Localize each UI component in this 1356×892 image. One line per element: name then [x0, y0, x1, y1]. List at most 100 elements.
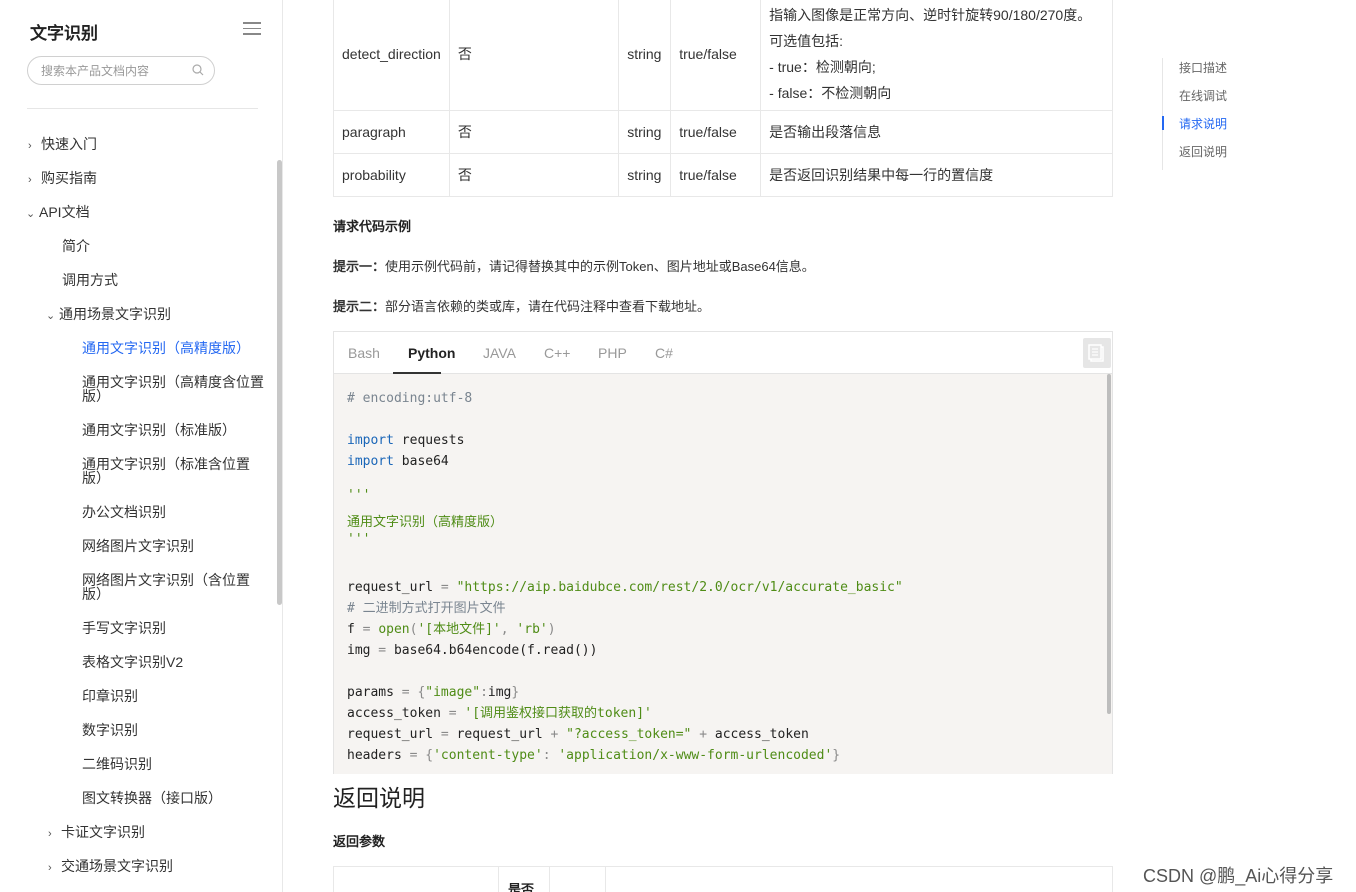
code-line: headers = {'content-type': 'application/…	[347, 748, 841, 763]
sidebar-item-label: 卡证文字识别	[61, 824, 145, 840]
chevron-right-icon: ›	[28, 174, 32, 186]
param-type: string	[618, 110, 672, 154]
chevron-right-icon: ›	[48, 828, 52, 840]
desc-line: - false：不检测朝向	[769, 84, 892, 101]
tab-cpp[interactable]: C++	[544, 345, 570, 361]
tip-text: 部分语言依赖的类或库，请在代码注释中查看下载地址。	[385, 299, 711, 314]
code-line: 通用文字识别（高精度版）	[347, 515, 504, 530]
param-values: true/false	[670, 153, 762, 197]
sidebar-item-seal[interactable]: 印章识别	[82, 688, 138, 704]
param-type: string	[618, 153, 672, 197]
sidebar-item-api-docs[interactable]: ⌄ API文档	[26, 204, 90, 222]
search-input[interactable]	[41, 62, 186, 80]
tip-label: 提示一：	[333, 259, 386, 274]
code-line: # 二进制方式打开图片文件	[347, 601, 506, 616]
params-table: detect_direction 否 string true/false 指输入…	[333, 0, 1113, 197]
sidebar-item-label: 购买指南	[41, 170, 97, 186]
param-name: paragraph	[333, 110, 450, 154]
code-line: import requests	[347, 433, 465, 448]
tab-php[interactable]: PHP	[598, 345, 627, 361]
search-icon[interactable]	[192, 64, 204, 76]
table-row: detect_direction 否 string true/false 指输入…	[333, 0, 1113, 111]
code-example: Bash Python JAVA C++ PHP C# # encoding:u…	[333, 331, 1113, 774]
sidebar-item-general-basic[interactable]: 通用文字识别（标准版）	[82, 422, 236, 438]
sidebar-item-accurate-location[interactable]: 通用文字识别（高精度含位置版）	[82, 375, 272, 403]
toc-item-online-debug[interactable]: 在线调试	[1179, 87, 1227, 104]
copy-button[interactable]	[1083, 338, 1111, 368]
sidebar-item-label: 交通场景文字识别	[61, 858, 173, 874]
tab-python[interactable]: Python	[408, 345, 455, 361]
return-params-heading: 返回参数	[333, 834, 386, 849]
tab-csharp[interactable]: C#	[655, 345, 673, 361]
sidebar-item-call-method[interactable]: 调用方式	[62, 272, 118, 288]
param-desc: 指输入图像是正常方向、逆时针旋转90/180/270度。 可选值包括: - tr…	[760, 0, 1113, 111]
sidebar-item-numbers[interactable]: 数字识别	[82, 722, 138, 738]
code-heading: 请求代码示例	[333, 219, 412, 234]
toc-active-marker	[1162, 116, 1164, 130]
sidebar-item-quickstart[interactable]: › 快速入门	[28, 136, 97, 154]
param-desc: 是否返回识别结果中每一行的置信度	[760, 153, 1113, 197]
code-line: '''	[347, 532, 371, 547]
sidebar-item-web-image-location[interactable]: 网络图片文字识别（含位置版）	[82, 573, 262, 601]
page-toc: 接口描述 在线调试 请求说明 返回说明	[1162, 58, 1262, 170]
tip-one: 提示一：使用示例代码前，请记得替换其中的示例Token、图片地址或Base64信…	[333, 256, 815, 275]
sidebar-item-traffic[interactable]: › 交通场景文字识别	[48, 858, 173, 876]
tab-java[interactable]: JAVA	[483, 345, 516, 361]
param-name: probability	[333, 153, 450, 197]
sidebar-item-doc-converter[interactable]: 图文转换器（接口版）	[82, 790, 222, 806]
param-required: 否	[448, 153, 620, 197]
param-name: detect_direction	[333, 0, 450, 111]
toc-item-return-desc[interactable]: 返回说明	[1179, 143, 1227, 160]
toc-item-request-desc[interactable]: 请求说明	[1179, 115, 1227, 132]
code-line: import base64	[347, 454, 449, 469]
param-required: 否	[448, 0, 620, 111]
tip-label: 提示二：	[333, 299, 386, 314]
sidebar-item-office-doc[interactable]: 办公文档识别	[82, 504, 166, 520]
copy-icon	[1088, 344, 1104, 362]
sidebar-divider	[27, 108, 258, 109]
chevron-down-icon: ⌄	[46, 310, 56, 322]
sidebar-item-card[interactable]: › 卡证文字识别	[48, 824, 145, 842]
sidebar-item-web-image[interactable]: 网络图片文字识别	[82, 538, 194, 554]
sidebar-item-handwriting[interactable]: 手写文字识别	[82, 620, 166, 636]
chevron-right-icon: ›	[28, 140, 32, 152]
watermark-text: CSDN @鹏_Ai心得分享	[1143, 866, 1334, 886]
param-type: string	[618, 0, 672, 111]
sidebar-item-qrcode[interactable]: 二维码识别	[82, 756, 152, 772]
tip-two: 提示二：部分语言依赖的类或库，请在代码注释中查看下载地址。	[333, 296, 710, 315]
chevron-right-icon: ›	[48, 862, 52, 874]
desc-line: 指输入图像是正常方向、逆时针旋转90/180/270度。	[769, 6, 1092, 23]
code-line: img = base64.b64encode(f.read())	[347, 643, 598, 658]
sidebar-item-table-v2[interactable]: 表格文字识别V2	[82, 654, 183, 670]
sidebar-title: 文字识别	[30, 24, 98, 43]
sidebar-item-label: API文档	[39, 204, 90, 220]
table-divider	[549, 867, 550, 892]
code-line: f = open('[本地文件]', 'rb')	[347, 622, 556, 637]
desc-line: 可选值包括:	[769, 32, 844, 49]
code-line: '''	[347, 488, 371, 503]
code-line: request_url = "https://aip.baidubce.com/…	[347, 580, 903, 595]
sidebar-item-label: 通用场景文字识别	[59, 306, 171, 322]
sidebar-item-accurate-basic[interactable]: 通用文字识别（高精度版）	[82, 340, 250, 356]
code-scrollbar[interactable]	[1107, 374, 1111, 714]
sidebar-item-purchase[interactable]: › 购买指南	[28, 170, 97, 188]
sidebar-item-intro[interactable]: 简介	[62, 238, 90, 254]
tab-bash[interactable]: Bash	[348, 345, 380, 361]
tip-text: 使用示例代码前，请记得替换其中的示例Token、图片地址或Base64信息。	[385, 259, 815, 274]
return-section-title: 返回说明	[333, 785, 425, 811]
table-header-cell: 是否	[508, 882, 535, 892]
code-line: # encoding:utf-8	[347, 391, 473, 406]
search-box[interactable]	[27, 56, 215, 85]
sidebar-scrollbar[interactable]	[277, 160, 282, 605]
chevron-down-icon: ⌄	[26, 208, 36, 220]
menu-icon[interactable]	[243, 22, 261, 36]
table-divider	[605, 867, 606, 892]
toc-item-interface-desc[interactable]: 接口描述	[1179, 59, 1227, 76]
table-row: paragraph 否 string true/false 是否输出段落信息	[333, 110, 1113, 154]
code-line: access_token = '[调用鉴权接口获取的token]'	[347, 706, 652, 721]
code-block[interactable]: # encoding:utf-8 import requests import …	[334, 374, 1112, 774]
sidebar-item-general-location[interactable]: 通用文字识别（标准含位置版）	[82, 457, 262, 485]
sidebar-item-label: 快速入门	[41, 136, 97, 152]
table-row: probability 否 string true/false 是否返回识别结果…	[333, 153, 1113, 197]
sidebar-item-general-scene[interactable]: ⌄ 通用场景文字识别	[46, 306, 171, 324]
